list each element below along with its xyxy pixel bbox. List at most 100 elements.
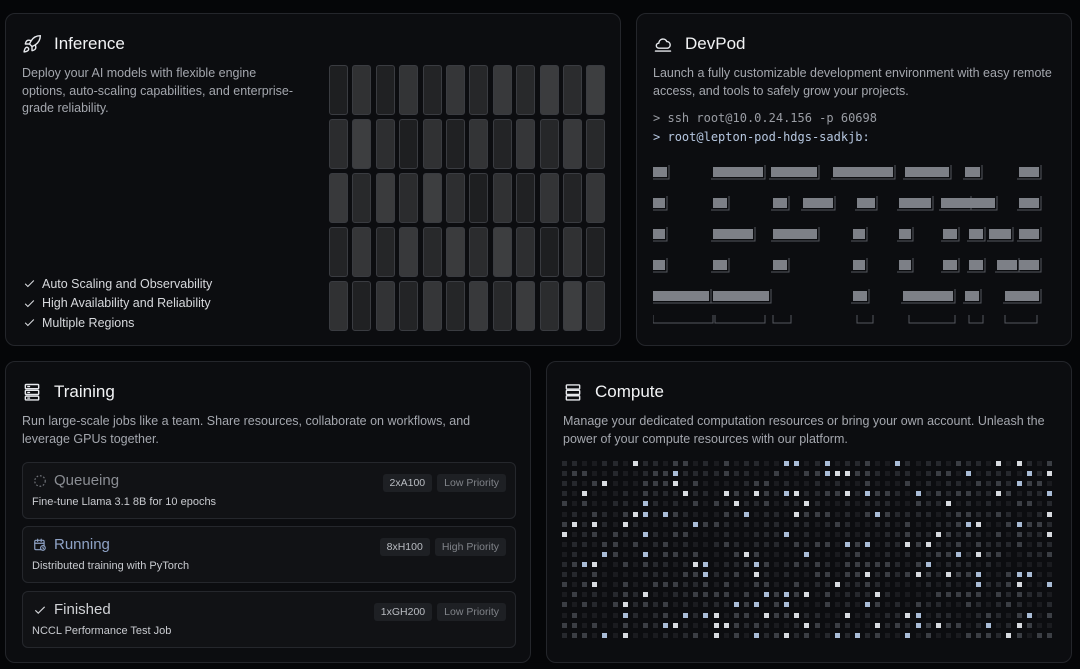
compute-node-dot [935,471,941,477]
compute-node-dot [794,511,800,517]
compute-node-dot [986,491,992,497]
compute-node-dot [824,531,830,537]
compute-node-dot [652,491,658,497]
compute-node-dot [652,531,658,537]
job-card-running[interactable]: Running Distributed training with PyTorc… [22,526,516,583]
compute-node-dot [966,602,971,608]
compute-node-dot [774,551,780,557]
compute-node-dot [733,491,739,497]
compute-node-dot [723,562,729,567]
replica-bar [469,227,489,277]
compute-node-dot [733,582,739,588]
compute-node-dot [673,471,679,477]
compute-node-dot [844,582,850,588]
replica-bar [563,281,582,331]
compute-node-dot [915,461,921,466]
compute-node-dot [945,501,951,507]
compute-node-dot [915,531,921,537]
compute-node-dot [774,592,780,598]
compute-node-dot [572,572,578,578]
job-description: NCCL Performance Test Job [32,625,172,637]
compute-node-dot [824,632,830,638]
compute-node-dot [622,491,628,497]
compute-node-dot [642,531,648,537]
compute-node-dot [683,461,689,466]
compute-node-dot [1046,511,1052,517]
compute-node-dot [895,501,901,507]
compute-node-dot [612,632,618,638]
ascii-block [853,229,865,239]
replica-bar [539,173,559,223]
compute-node-dot [1036,592,1042,598]
compute-node-dot [1036,551,1042,557]
compute-node-dot [673,551,679,557]
compute-node-dot [784,562,790,567]
compute-node-dot [713,622,719,628]
compute-node-dot [1006,632,1012,638]
replica-bar [375,119,395,169]
compute-node-dot [1016,491,1022,497]
compute-node-dot [976,622,982,628]
replica-bar [422,227,442,277]
compute-node-dot [814,481,820,487]
compute-node-dot [743,511,749,517]
compute-node-dot [572,592,578,598]
compute-node-dot [774,541,780,547]
compute-node-dot [602,481,608,487]
compute-node-dot [915,511,921,517]
spinner-icon [33,474,47,488]
replica-bar [352,65,372,115]
compute-node-dot [572,521,578,527]
compute-node-dot [1006,471,1012,477]
compute-node-dot [895,562,901,567]
compute-node-dot [1016,632,1022,638]
compute-node-dot [632,531,638,537]
job-tags: 2xA100 Low Priority [382,474,506,492]
compute-node-dot [612,481,618,487]
compute-node-dot [935,572,941,578]
compute-node-dot [804,632,810,638]
job-card-queueing[interactable]: Queueing Fine-tune Llama 3.1 8B for 10 e… [22,462,516,519]
compute-node-dot [612,511,618,517]
compute-node-dot [602,501,608,507]
compute-node-dot [794,572,800,578]
job-card-finished[interactable]: Finished NCCL Performance Test Job 1xGH2… [22,591,516,648]
compute-node-dot [996,481,1002,487]
compute-node-dot [966,572,971,578]
compute-node-dot [1046,481,1052,487]
compute-node-dot [713,551,719,557]
compute-node-dot [844,531,850,537]
compute-node-dot [582,622,588,628]
replica-bar [446,119,465,169]
compute-node-dot [865,612,870,618]
compute-node-dot [865,491,870,497]
compute-node-dot [804,622,810,628]
compute-node-dot [854,582,860,588]
compute-node-dot [582,521,588,527]
compute-node-dot [663,541,668,547]
compute-node-dot [875,481,881,487]
compute-node-dot [663,592,668,598]
compute-node-dot [804,572,810,578]
compute-node-dot [733,612,739,618]
compute-node-dot [895,582,901,588]
compute-node-dot [733,622,739,628]
compute-node-dot [753,551,759,557]
ascii-block [943,229,957,239]
compute-node-dot [996,521,1002,527]
compute-node-dot [753,531,759,537]
compute-node-dot [1026,511,1032,517]
compute-node-dot [834,471,840,477]
compute-node-dot [986,511,992,517]
compute-node-dot [663,481,668,487]
compute-node-dot [905,501,911,507]
compute-node-dot [723,612,729,618]
compute-node-dot [693,612,699,618]
compute-node-dot [1036,572,1042,578]
compute-node-dot [794,521,800,527]
compute-node-dot [713,582,719,588]
replica-bar [469,65,489,115]
replica-bar [586,173,606,223]
compute-node-dot [875,471,881,477]
compute-node-dot [733,541,739,547]
